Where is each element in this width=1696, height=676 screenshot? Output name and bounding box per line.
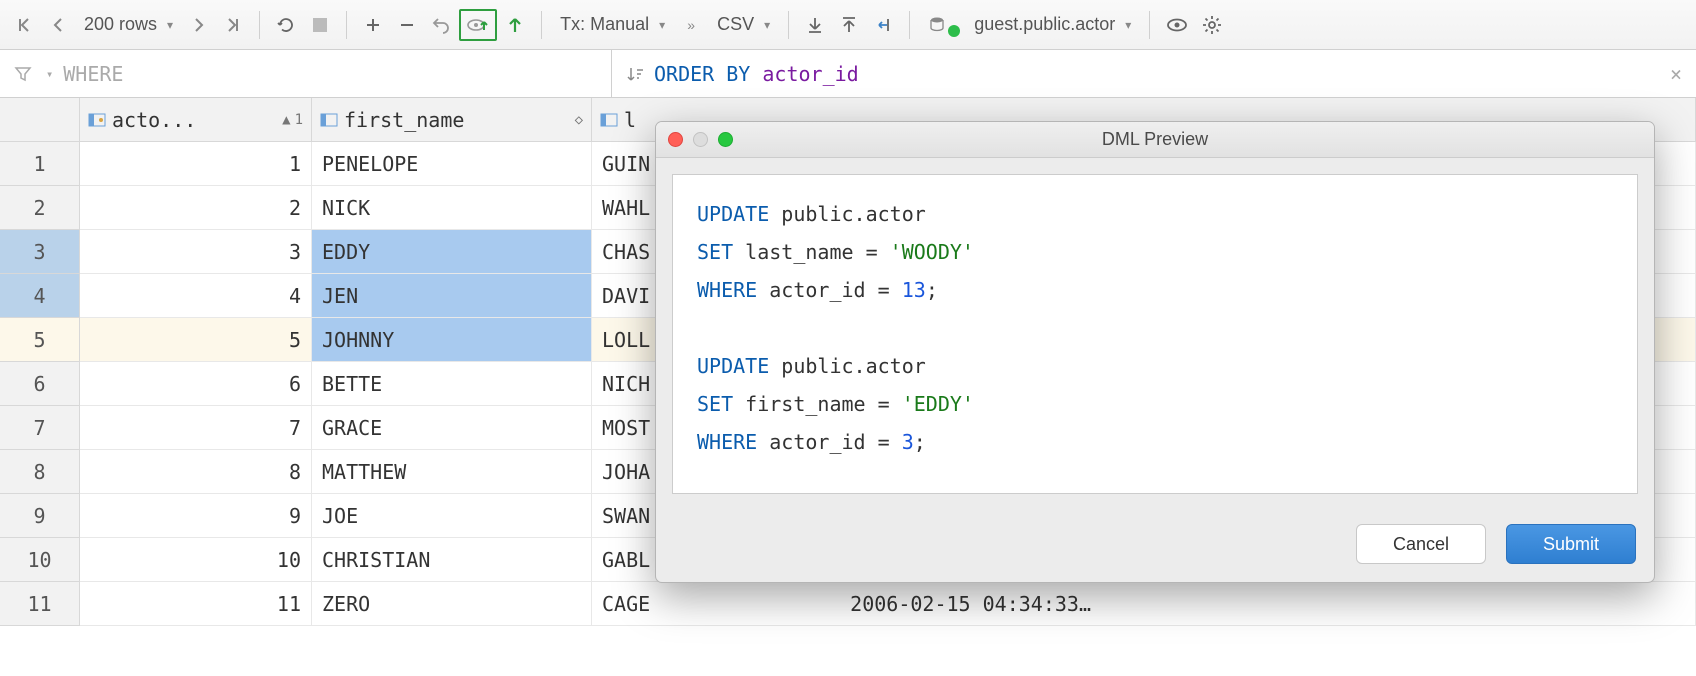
row-header[interactable]: 11 — [0, 582, 80, 626]
clear-order-button[interactable]: × — [1670, 62, 1682, 86]
corner-header — [0, 98, 80, 142]
remove-row-button[interactable] — [391, 9, 423, 41]
row-header[interactable]: 8 — [0, 450, 80, 494]
row-header[interactable]: 5 — [0, 318, 80, 362]
window-close-button[interactable] — [668, 132, 683, 147]
order-by-input[interactable]: ORDER BY actor_id × — [612, 50, 1696, 97]
dialog-titlebar[interactable]: DML Preview — [656, 122, 1654, 158]
table-cell[interactable]: BETTE — [312, 362, 592, 406]
database-icon — [928, 16, 946, 34]
table-cell[interactable]: GRACE — [312, 406, 592, 450]
table-cell[interactable]: 11 — [80, 582, 312, 626]
column-header-first-name[interactable]: first_name ◇ — [312, 98, 592, 142]
connection-status-icon — [948, 25, 960, 37]
timestamp-cell[interactable]: 2006-02-15 04:34:33… — [850, 592, 1091, 616]
first-page-button[interactable] — [8, 9, 40, 41]
table-cell[interactable]: JOE — [312, 494, 592, 538]
table-cell[interactable]: ZERO — [312, 582, 592, 626]
cancel-button[interactable]: Cancel — [1356, 524, 1486, 564]
table-cell[interactable]: MATTHEW — [312, 450, 592, 494]
key-column-icon — [88, 112, 106, 128]
filter-icon — [14, 65, 32, 83]
table-cell[interactable]: 5 — [80, 318, 312, 362]
export-format-selector[interactable]: CSV▾ — [709, 14, 778, 35]
column-icon — [320, 112, 338, 128]
submit-button[interactable] — [499, 9, 531, 41]
more-tx-button[interactable]: » — [675, 9, 707, 41]
table-cell[interactable]: JEN — [312, 274, 592, 318]
filter-bar: ▾ WHERE ORDER BY actor_id × — [0, 50, 1696, 98]
datasource-selector[interactable]: guest.public.actor▾ — [920, 14, 1139, 35]
window-zoom-button[interactable] — [718, 132, 733, 147]
last-page-button[interactable] — [217, 9, 249, 41]
table-cell[interactable]: PENELOPE — [312, 142, 592, 186]
row-header[interactable]: 3 — [0, 230, 80, 274]
table-cell[interactable]: EDDY — [312, 230, 592, 274]
table-cell[interactable]: 2 — [80, 186, 312, 230]
table-cell[interactable]: 3 — [80, 230, 312, 274]
settings-button[interactable] — [1196, 9, 1228, 41]
where-input[interactable]: ▾ WHERE — [0, 50, 612, 97]
row-header[interactable]: 1 — [0, 142, 80, 186]
prev-page-button[interactable] — [42, 9, 74, 41]
stop-button[interactable] — [304, 9, 336, 41]
row-header[interactable]: 4 — [0, 274, 80, 318]
compare-button[interactable] — [867, 9, 899, 41]
next-page-button[interactable] — [183, 9, 215, 41]
table-cell[interactable]: 4 — [80, 274, 312, 318]
sql-preview[interactable]: UPDATE public.actorSET last_name = 'WOOD… — [672, 174, 1638, 494]
table-cell[interactable]: 7 — [80, 406, 312, 450]
row-header[interactable]: 7 — [0, 406, 80, 450]
column-icon — [600, 112, 618, 128]
table-cell[interactable]: JOHNNY — [312, 318, 592, 362]
table-cell[interactable]: CAGE2006-02-15 04:34:33… — [592, 582, 1696, 626]
table-cell[interactable]: CHRISTIAN — [312, 538, 592, 582]
view-button[interactable] — [1160, 9, 1194, 41]
row-header[interactable]: 9 — [0, 494, 80, 538]
row-header[interactable]: 2 — [0, 186, 80, 230]
table-cell[interactable]: 8 — [80, 450, 312, 494]
reload-button[interactable] — [270, 9, 302, 41]
export-down-button[interactable] — [799, 9, 831, 41]
table-cell[interactable]: 6 — [80, 362, 312, 406]
table-cell[interactable]: 10 — [80, 538, 312, 582]
sort-icon — [626, 65, 644, 83]
column-header-actor-id[interactable]: acto... ▲ 1 — [80, 98, 312, 142]
dml-preview-dialog: DML Preview UPDATE public.actorSET last_… — [655, 121, 1655, 583]
window-minimize-button[interactable] — [693, 132, 708, 147]
revert-button[interactable] — [425, 9, 457, 41]
row-header[interactable]: 10 — [0, 538, 80, 582]
rows-selector[interactable]: 200 rows▾ — [76, 14, 181, 35]
main-toolbar: 200 rows▾ Tx: Manual▾ » CSV▾ — [0, 0, 1696, 50]
submit-button[interactable]: Submit — [1506, 524, 1636, 564]
dialog-title: DML Preview — [1102, 129, 1208, 150]
table-cell[interactable]: NICK — [312, 186, 592, 230]
add-row-button[interactable] — [357, 9, 389, 41]
row-header[interactable]: 6 — [0, 362, 80, 406]
preview-dml-button[interactable] — [459, 9, 497, 41]
import-up-button[interactable] — [833, 9, 865, 41]
table-cell[interactable]: 1 — [80, 142, 312, 186]
tx-mode-selector[interactable]: Tx: Manual▾ — [552, 14, 673, 35]
table-cell[interactable]: 9 — [80, 494, 312, 538]
